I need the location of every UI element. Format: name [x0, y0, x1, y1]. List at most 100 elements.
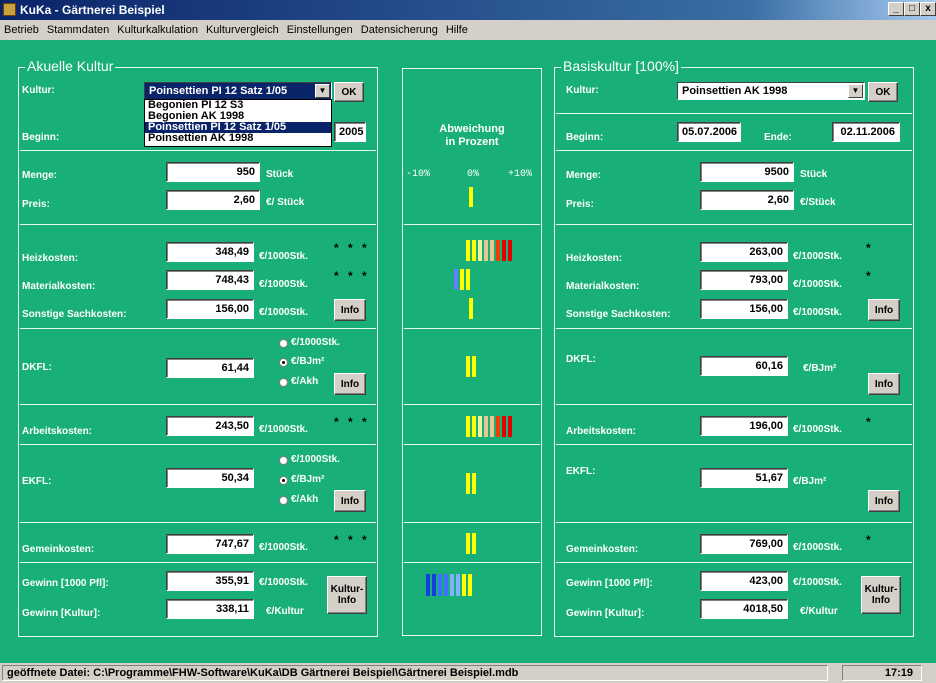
- gew-bar-4: [444, 574, 448, 596]
- left-sonst-field[interactable]: 156,00: [166, 299, 254, 319]
- mat-bar-2: [460, 269, 464, 290]
- app-icon: [3, 3, 16, 16]
- menu-datensicherung[interactable]: Datensicherung: [357, 20, 442, 40]
- left-gew1-field[interactable]: 355,91: [166, 571, 254, 591]
- left-dkfl-info-button[interactable]: Info: [334, 373, 366, 395]
- menu-hilfe[interactable]: Hilfe: [442, 20, 472, 40]
- left-dkfl-label: DKFL:: [22, 362, 52, 373]
- left-arb-label: Arbeitskosten:: [22, 426, 93, 437]
- left-ekfl-field[interactable]: 50,34: [166, 468, 254, 488]
- right-preis-field[interactable]: 2,60: [700, 190, 794, 210]
- left-dkfl-opt2: €/BJm²: [291, 356, 325, 367]
- right-gem-label: Gemeinkosten:: [566, 544, 639, 555]
- right-sonst-field[interactable]: 156,00: [700, 299, 788, 319]
- main-area: Akuelle Kultur Kultur: Poinsettien PI 12…: [0, 40, 936, 663]
- right-kultur-label: Kultur:: [566, 85, 599, 96]
- left-ekfl-radio-1[interactable]: [279, 456, 288, 465]
- right-arb-field[interactable]: 196,00: [700, 416, 788, 436]
- left-ekfl-opt3: €/Akh: [291, 494, 319, 505]
- divider: [404, 522, 540, 523]
- right-kultur-info-button[interactable]: Kultur- Info: [861, 576, 901, 614]
- right-gew2-field[interactable]: 4018,50: [700, 599, 788, 619]
- scale-minus: -10%: [406, 169, 431, 180]
- close-button[interactable]: x: [920, 2, 936, 16]
- left-dkfl-field[interactable]: 61,44: [166, 358, 254, 378]
- left-heiz-field[interactable]: 348,49: [166, 242, 254, 262]
- deviation-header-2: in Prozent: [445, 136, 499, 148]
- right-dkfl-info-button[interactable]: Info: [868, 373, 900, 395]
- left-ende-field[interactable]: 2005: [334, 122, 366, 142]
- status-file-path: geöffnete Datei: C:\Programme\FHW-Softwa…: [2, 665, 828, 681]
- divider: [556, 150, 912, 151]
- menu-einstellungen[interactable]: Einstellungen: [283, 20, 357, 40]
- right-ekfl-field[interactable]: 51,67: [700, 468, 788, 488]
- right-gew2-unit: €/Kultur: [800, 606, 838, 617]
- left-kultur-select[interactable]: Poinsettien PI 12 Satz 1/05 ▼: [144, 82, 332, 100]
- right-menge-field[interactable]: 9500: [700, 162, 794, 182]
- right-heiz-unit: €/1000Stk.: [793, 251, 842, 262]
- right-beginn-label: Beginn:: [566, 132, 604, 143]
- right-ekfl-info-button[interactable]: Info: [868, 490, 900, 512]
- menu-kulturvergleich[interactable]: Kulturvergleich: [202, 20, 283, 40]
- left-dkfl-radio-1[interactable]: [279, 339, 288, 348]
- title-bar: KuKa - Gärtnerei Beispiel _ □ x: [0, 0, 936, 20]
- right-mat-field[interactable]: 793,00: [700, 270, 788, 290]
- left-sonst-label: Sonstige Sachkosten:: [22, 309, 127, 320]
- dkfl-bar-2: [472, 356, 476, 377]
- menu-kulturkalkulation[interactable]: Kulturkalkulation: [113, 20, 202, 40]
- arb-bar-1: [466, 416, 470, 437]
- right-heiz-field[interactable]: 263,00: [700, 242, 788, 262]
- left-mat-unit: €/1000Stk.: [259, 279, 308, 290]
- arb-bar-8: [508, 416, 512, 437]
- maximize-button[interactable]: □: [904, 2, 920, 16]
- divider: [556, 113, 912, 114]
- left-ekfl-info-button[interactable]: Info: [334, 490, 366, 512]
- heiz-bar-5: [490, 240, 494, 261]
- right-gew1-label: Gewinn [1000 Pfl]:: [566, 578, 653, 589]
- right-gem-unit: €/1000Stk.: [793, 542, 842, 553]
- gew-bar-1: [426, 574, 430, 596]
- chevron-down-icon[interactable]: ▼: [848, 84, 863, 98]
- scale-zero: 0%: [467, 169, 480, 180]
- right-ok-button[interactable]: OK: [868, 82, 898, 102]
- left-preis-field[interactable]: 2,60: [166, 190, 260, 210]
- left-kultur-dropdown[interactable]: Begonien PI 12 S3 Begonien AK 1998 Poins…: [144, 99, 332, 147]
- left-gem-field[interactable]: 747,67: [166, 534, 254, 554]
- left-kultur-info-button[interactable]: Kultur- Info: [327, 576, 367, 614]
- right-sonst-info-button[interactable]: Info: [868, 299, 900, 321]
- left-preis-label: Preis:: [22, 199, 50, 210]
- right-ende-field[interactable]: 02.11.2006: [832, 122, 900, 142]
- left-gew2-field[interactable]: 338,11: [166, 599, 254, 619]
- gew-bar-8: [468, 574, 472, 596]
- divider: [556, 522, 912, 523]
- left-mat-field[interactable]: 748,43: [166, 270, 254, 290]
- left-menge-label: Menge:: [22, 170, 57, 181]
- divider: [404, 404, 540, 405]
- right-gem-field[interactable]: 769,00: [700, 534, 788, 554]
- heiz-bar-7: [502, 240, 506, 261]
- left-menge-field[interactable]: 950: [166, 162, 260, 182]
- left-arb-field[interactable]: 243,50: [166, 416, 254, 436]
- right-kultur-select[interactable]: Poinsettien AK 1998 ▼: [677, 82, 865, 100]
- right-sonst-unit: €/1000Stk.: [793, 307, 842, 318]
- left-mat-label: Materialkosten:: [22, 281, 96, 292]
- left-ekfl-radio-2[interactable]: [279, 476, 288, 485]
- left-kultur-label: Kultur:: [22, 85, 55, 96]
- left-gew1-unit: €/1000Stk.: [259, 577, 308, 588]
- divider: [556, 224, 912, 225]
- right-gew1-field[interactable]: 423,00: [700, 571, 788, 591]
- menu-betrieb[interactable]: Betrieb: [0, 20, 43, 40]
- right-beginn-field[interactable]: 05.07.2006: [677, 122, 741, 142]
- minimize-button[interactable]: _: [888, 2, 904, 16]
- left-dkfl-radio-2[interactable]: [279, 358, 288, 367]
- right-dkfl-field[interactable]: 60,16: [700, 356, 788, 376]
- left-ekfl-radio-3[interactable]: [279, 496, 288, 505]
- left-gem-label: Gemeinkosten:: [22, 544, 95, 555]
- left-dkfl-radio-3[interactable]: [279, 378, 288, 387]
- dropdown-option[interactable]: Poinsettien AK 1998: [145, 133, 331, 144]
- chevron-down-icon[interactable]: ▼: [315, 84, 330, 98]
- left-ok-button[interactable]: OK: [334, 82, 364, 102]
- menu-stammdaten[interactable]: Stammdaten: [43, 20, 113, 40]
- left-arb-unit: €/1000Stk.: [259, 424, 308, 435]
- left-sonst-info-button[interactable]: Info: [334, 299, 366, 321]
